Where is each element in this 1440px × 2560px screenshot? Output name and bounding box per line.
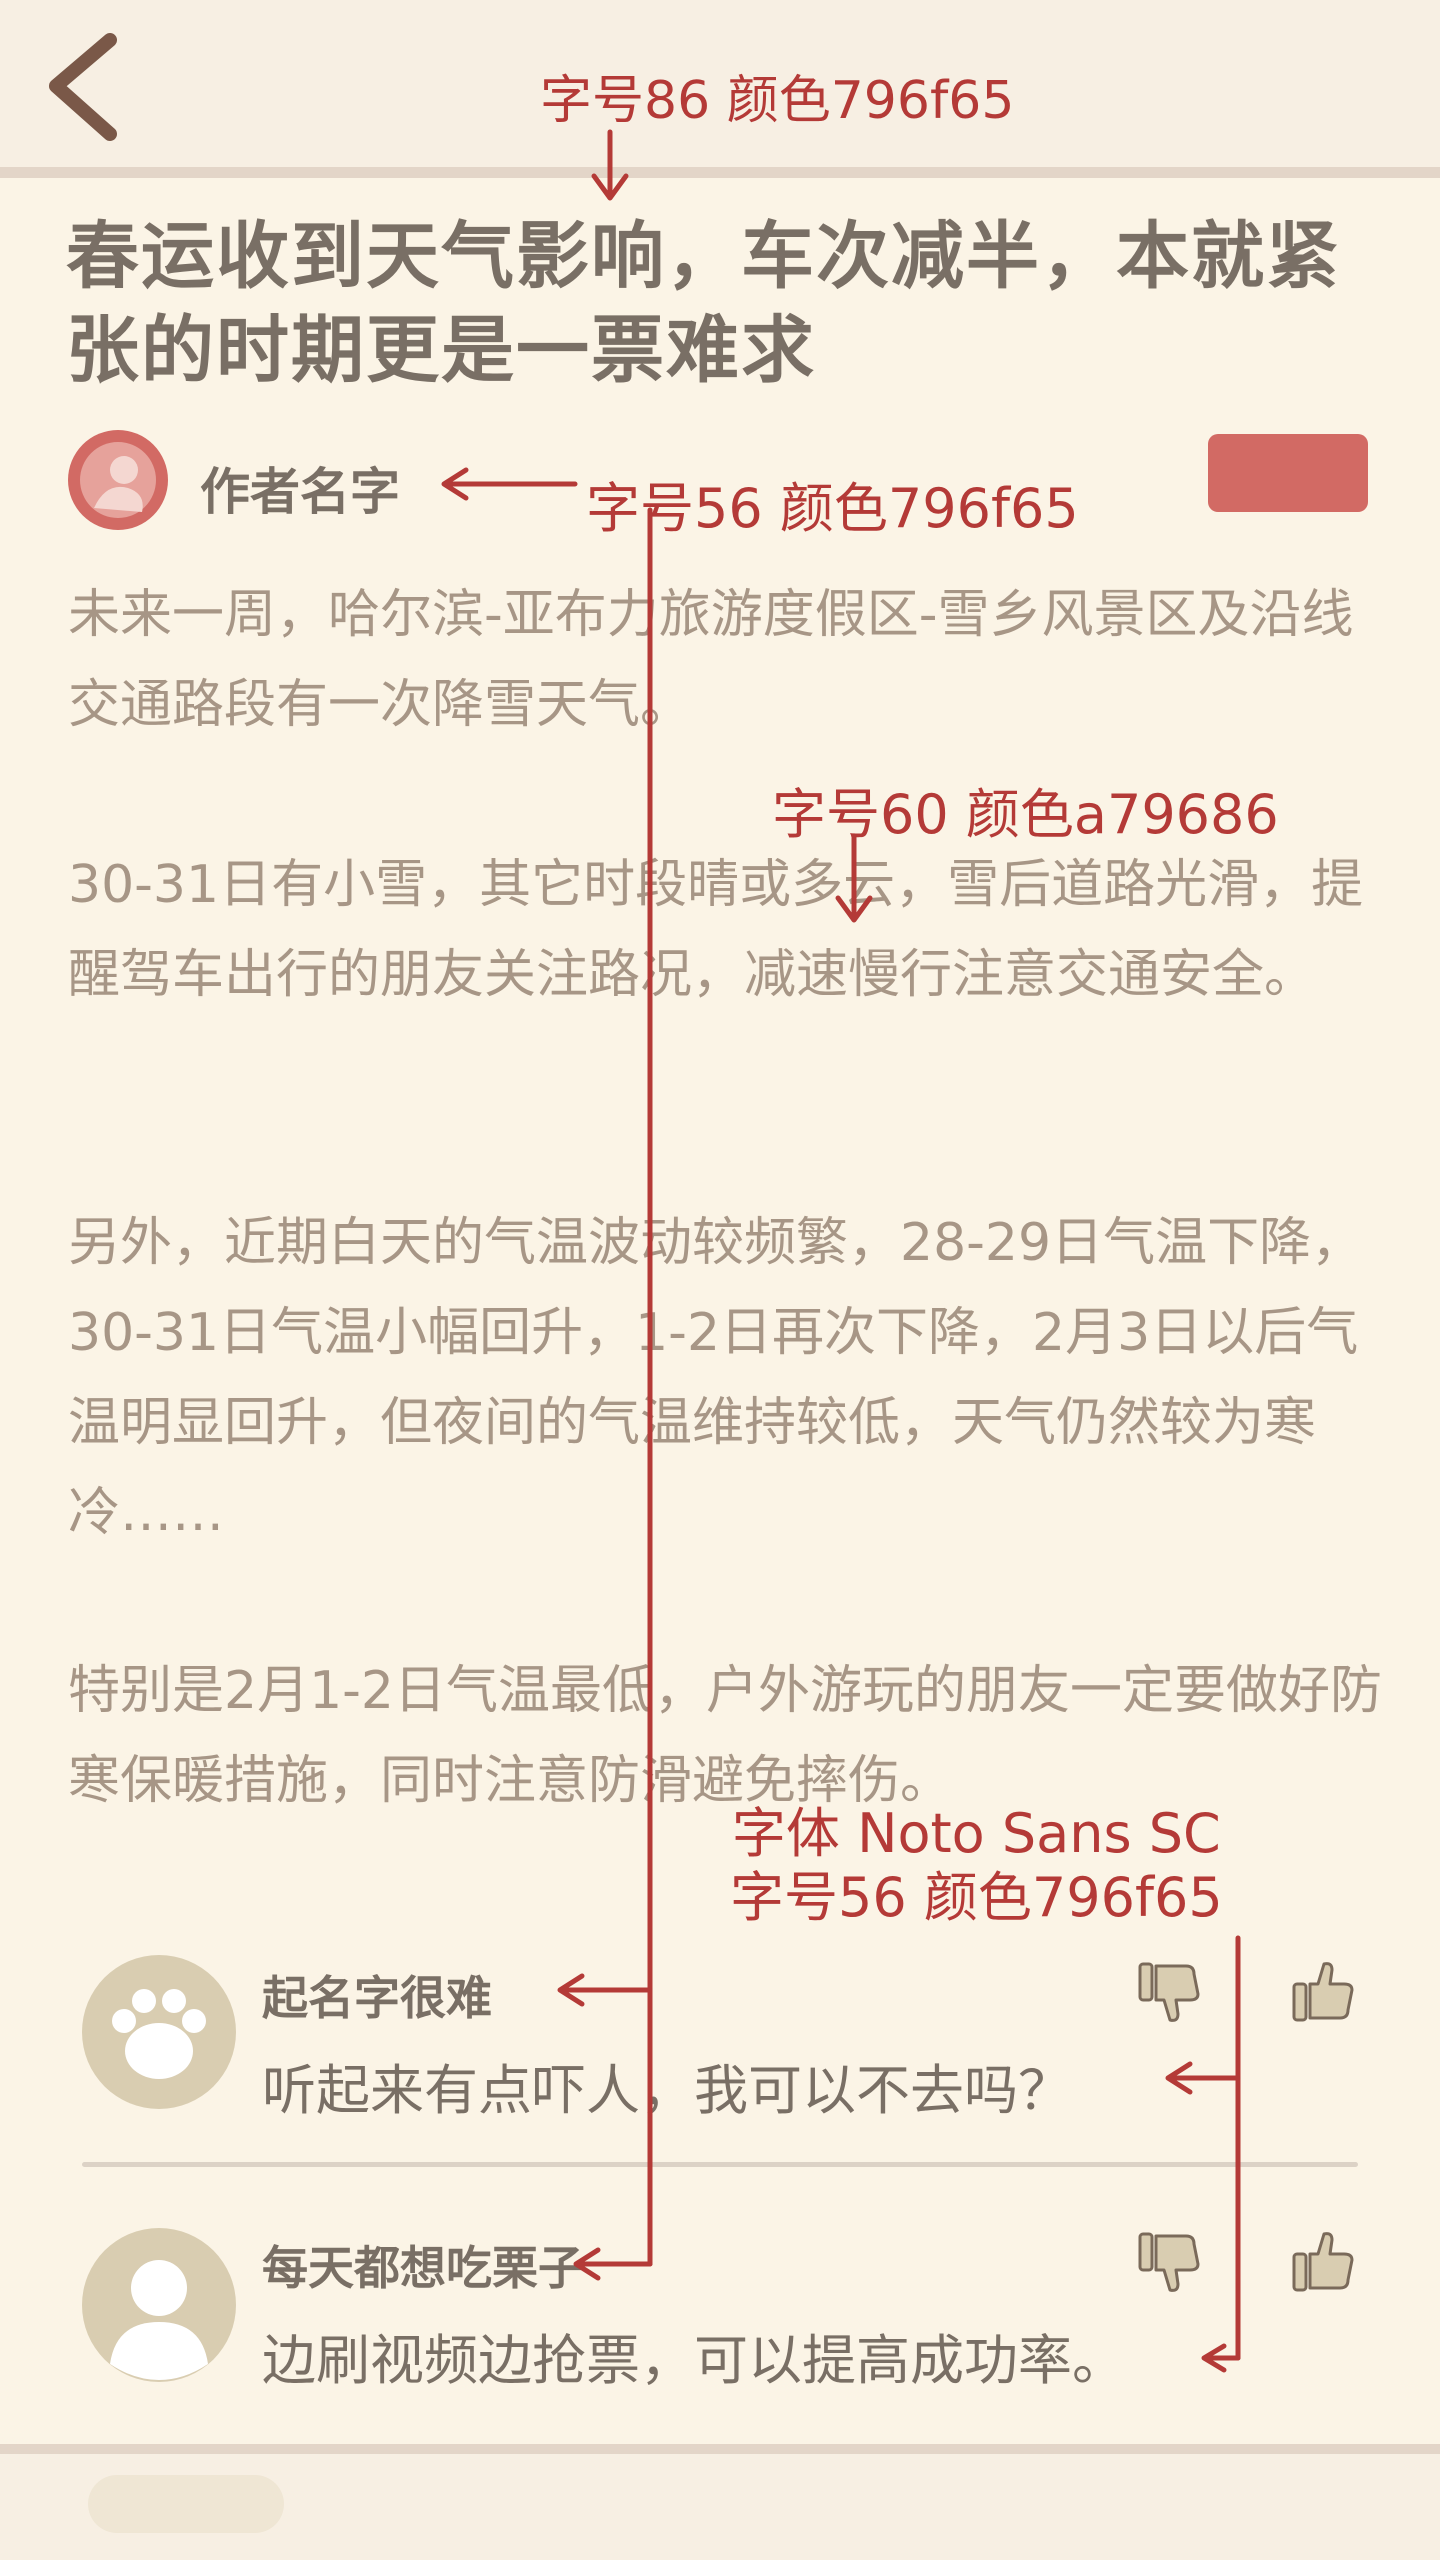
footer-divider xyxy=(0,2444,1440,2454)
commenter-avatar[interactable] xyxy=(80,1953,238,2111)
comment-text: 听起来有点吓人，我可以不去吗？ xyxy=(262,2059,1072,2122)
article-paragraph: 30-31日有小雪，其它时段晴或多云，雪后道路光滑，提醒驾车出行的朋友关注路况，… xyxy=(68,855,1364,1005)
author-avatar-icon xyxy=(68,430,168,530)
back-button[interactable] xyxy=(40,28,130,148)
person-avatar-icon xyxy=(82,2228,236,2382)
article-title: 春运收到天气影响，车次减半，本就紧张的时期更是一票难求 xyxy=(66,214,1341,393)
author-avatar[interactable] xyxy=(66,428,170,532)
article-paragraph: 未来一周，哈尔滨-亚布力旅游度假区-雪乡风景区及沿线交通路段有一次降雪天气。 xyxy=(68,585,1354,735)
like-button[interactable] xyxy=(1288,2226,1360,2298)
thumbs-up-icon xyxy=(1292,2232,1354,2292)
annotation-body-spec: 字号60 颜色a79686 xyxy=(772,783,1279,846)
comment-text: 边刷视频边抢票，可以提高成功率。 xyxy=(262,2329,1126,2392)
comment-author[interactable]: 起名字很难 xyxy=(262,1962,492,2028)
annotation-comment-spec: 字体 Noto Sans SC 字号56 颜色796f65 xyxy=(730,1802,1223,1930)
comment-author[interactable]: 每天都想吃栗子 xyxy=(262,2232,584,2298)
dislike-button[interactable] xyxy=(1134,2226,1206,2298)
thumbs-down-icon xyxy=(1138,2232,1200,2292)
paw-avatar-icon xyxy=(82,1955,236,2109)
thumbs-down-icon xyxy=(1138,1962,1200,2022)
comment-divider xyxy=(82,2162,1358,2167)
author-name[interactable]: 作者名字 xyxy=(200,452,400,524)
annotation-title-spec: 字号86 颜色796f65 xyxy=(540,71,1015,131)
annotation-comment-size: 字号56 颜色796f65 xyxy=(730,1866,1223,1929)
article-paragraph: 另外，近期白天的气温波动较频繁，28-29日气温下降，30-31日气温小幅回升，… xyxy=(68,1213,1364,1543)
article-paragraph: 特别是2月1-2日气温最低，户外游玩的朋友一定要做好防寒保暖措施，同时注意防滑避… xyxy=(68,1661,1383,1811)
dislike-button[interactable] xyxy=(1134,1956,1206,2028)
follow-button[interactable] xyxy=(1208,434,1368,512)
back-chevron-icon xyxy=(49,33,117,141)
bottom-action-pill[interactable] xyxy=(88,2475,284,2533)
annotation-comment-font: 字体 Noto Sans SC xyxy=(731,1802,1221,1865)
thumbs-up-icon xyxy=(1292,1962,1354,2022)
annotation-author-spec: 字号56 颜色796f65 xyxy=(586,477,1079,540)
like-button[interactable] xyxy=(1288,1956,1360,2028)
commenter-avatar[interactable] xyxy=(80,2226,238,2384)
